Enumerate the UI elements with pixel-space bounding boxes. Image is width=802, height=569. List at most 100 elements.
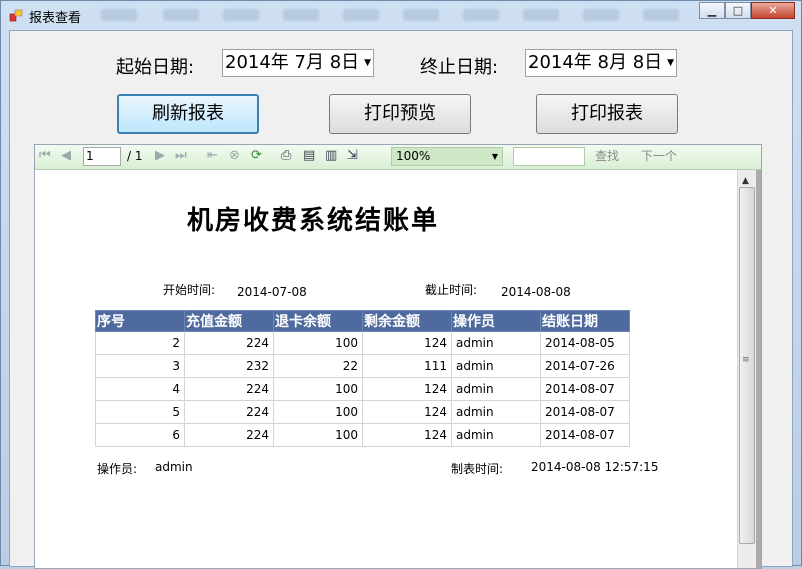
blurred-tab <box>403 9 439 21</box>
blurred-tab <box>583 9 619 21</box>
cell-serial: 2 <box>95 331 185 355</box>
cell-serial: 3 <box>95 354 185 378</box>
print-preview-button[interactable]: 打印预览 <box>329 94 471 134</box>
cell-serial: 6 <box>95 423 185 447</box>
last-page-icon[interactable]: ⏭ <box>175 148 187 164</box>
client-area: 起始日期: 2014年 7月 8日 ▼ 终止日期: 2014年 8月 8日 ▼ … <box>9 30 793 569</box>
cell-recharge: 224 <box>184 423 274 447</box>
cell-balance: 124 <box>362 377 452 401</box>
column-header: 充值金额 <box>184 310 274 332</box>
made-time-value: 2014-08-08 12:57:15 <box>531 460 659 474</box>
chevron-down-icon[interactable]: ▼ <box>492 148 498 165</box>
report-viewer: ⏮ ◀ 1 / 1 ▶ ⏭ ⇤ ⊗ ⟳ ⎙ ▤ ▥ ⇲ 100% ▼ 查找 下一… <box>34 144 762 569</box>
cell-date: 2014-08-05 <box>540 331 630 355</box>
find-input[interactable] <box>513 147 585 166</box>
refresh-report-button[interactable]: 刷新报表 <box>117 94 259 134</box>
stop-icon[interactable]: ⊗ <box>229 148 240 164</box>
cell-balance: 124 <box>362 400 452 424</box>
cell-refund: 22 <box>273 354 363 378</box>
start-date-value: 2014年 7月 8日 <box>225 52 360 73</box>
end-time-label: 截止时间: <box>425 283 478 297</box>
cell-date: 2014-07-26 <box>540 354 630 378</box>
find-link[interactable]: 查找 <box>595 148 619 164</box>
minimize-button[interactable]: ▁ <box>699 2 725 19</box>
end-date-value: 2014年 8月 8日 <box>528 52 663 73</box>
column-header: 退卡余额 <box>273 310 363 332</box>
cell-balance: 111 <box>362 354 452 378</box>
cell-operator: admin <box>451 400 541 424</box>
operator-value: admin <box>155 460 193 474</box>
cell-recharge: 232 <box>184 354 274 378</box>
cell-refund: 100 <box>273 400 363 424</box>
cell-balance: 124 <box>362 423 452 447</box>
start-date-label: 起始日期: <box>116 57 195 78</box>
chevron-down-icon[interactable]: ▼ <box>364 50 371 76</box>
prev-page-icon[interactable]: ◀ <box>61 148 71 164</box>
back-icon[interactable]: ⇤ <box>207 148 218 164</box>
find-next-link[interactable]: 下一个 <box>641 148 677 164</box>
print-icon[interactable]: ⎙ <box>281 148 291 164</box>
first-page-icon[interactable]: ⏮ <box>39 148 51 164</box>
close-button[interactable]: ✕ <box>751 2 795 19</box>
next-page-icon[interactable]: ▶ <box>155 148 165 164</box>
blurred-tab <box>463 9 499 21</box>
vertical-scrollbar[interactable]: ▲ ≡ <box>737 170 756 568</box>
maximize-button[interactable]: □ <box>725 2 751 19</box>
cell-balance: 124 <box>362 331 452 355</box>
table-header-row: 序号 充值金额 退卡余额 剩余金额 操作员 结账日期 <box>95 310 630 332</box>
blurred-tab <box>523 9 559 21</box>
table-row: 4 224 100 124 admin 2014-08-07 <box>95 377 630 401</box>
report-title: 机房收费系统结账单 <box>187 206 440 236</box>
blurred-tab <box>101 9 137 21</box>
cell-date: 2014-08-07 <box>540 423 630 447</box>
cell-refund: 100 <box>273 377 363 401</box>
blurred-tab <box>643 9 679 21</box>
cell-date: 2014-08-07 <box>540 377 630 401</box>
page-setup-icon[interactable]: ▤ <box>303 148 315 164</box>
title-bar[interactable]: 报表查看 ▁ □ ✕ <box>1 1 801 29</box>
grip-icon: ≡ <box>742 355 750 365</box>
end-date-picker[interactable]: 2014年 8月 8日 ▼ <box>525 49 677 77</box>
cell-operator: admin <box>451 423 541 447</box>
chevron-down-icon[interactable]: ▼ <box>667 50 674 76</box>
operator-label: 操作员: <box>97 462 138 476</box>
scroll-up-icon[interactable]: ▲ <box>742 176 749 186</box>
column-header: 结账日期 <box>540 310 630 332</box>
report-window: 报表查看 ▁ □ ✕ 起始日期: 2014年 7月 8日 ▼ 终止日期: 201… <box>0 0 802 569</box>
start-date-picker[interactable]: 2014年 7月 8日 ▼ <box>222 49 374 77</box>
table-row: 3 232 22 111 admin 2014-07-26 <box>95 354 630 378</box>
column-header: 操作员 <box>451 310 541 332</box>
column-header: 序号 <box>95 310 185 332</box>
cell-recharge: 224 <box>184 377 274 401</box>
table-row: 6 224 100 124 admin 2014-08-07 <box>95 423 630 447</box>
end-time-value: 2014-08-08 <box>501 285 571 299</box>
print-layout-icon[interactable]: ▥ <box>325 148 337 164</box>
page-number-input[interactable]: 1 <box>83 147 121 166</box>
window-title: 报表查看 <box>29 11 82 26</box>
print-report-button[interactable]: 打印报表 <box>536 94 678 134</box>
viewer-toolbar: ⏮ ◀ 1 / 1 ▶ ⏭ ⇤ ⊗ ⟳ ⎙ ▤ ▥ ⇲ 100% ▼ 查找 下一… <box>35 145 761 170</box>
cell-operator: admin <box>451 331 541 355</box>
blurred-tab <box>343 9 379 21</box>
cell-operator: admin <box>451 354 541 378</box>
cell-refund: 100 <box>273 423 363 447</box>
table-row: 2 224 100 124 admin 2014-08-05 <box>95 331 630 355</box>
cell-date: 2014-08-07 <box>540 400 630 424</box>
refresh-icon[interactable]: ⟳ <box>251 148 262 164</box>
cell-refund: 100 <box>273 331 363 355</box>
page-total: / 1 <box>127 149 143 163</box>
app-icon <box>9 9 23 22</box>
zoom-value: 100% <box>396 149 431 163</box>
blurred-tab <box>283 9 319 21</box>
made-time-label: 制表时间: <box>451 462 504 476</box>
scroll-thumb[interactable] <box>739 187 755 544</box>
report-table: 序号 充值金额 退卡余额 剩余金额 操作员 结账日期 2 224 100 124… <box>95 310 630 447</box>
blurred-tab <box>223 9 259 21</box>
column-header: 剩余金额 <box>362 310 452 332</box>
start-time-value: 2014-07-08 <box>237 285 307 299</box>
start-time-label: 开始时间: <box>163 283 216 297</box>
report-page: 机房收费系统结账单 开始时间: 2014-07-08 截止时间: 2014-08… <box>35 170 737 568</box>
cell-recharge: 224 <box>184 331 274 355</box>
export-icon[interactable]: ⇲ <box>347 148 358 164</box>
zoom-select[interactable]: 100% ▼ <box>391 147 503 166</box>
